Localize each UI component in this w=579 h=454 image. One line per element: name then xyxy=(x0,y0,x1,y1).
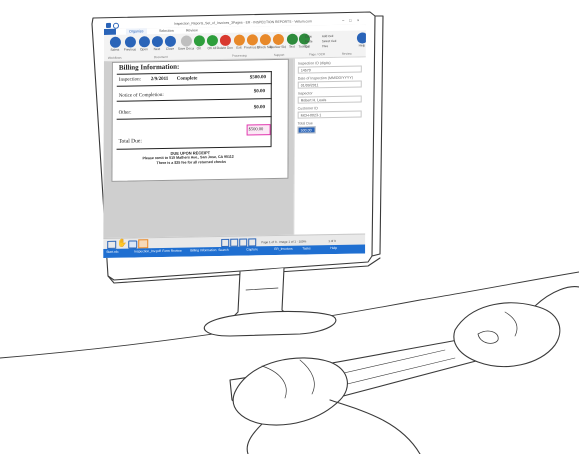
ribbon-button-select[interactable]: Select xyxy=(107,36,123,52)
ribbon-button-label: Help xyxy=(358,43,366,48)
arrow-right-icon xyxy=(151,35,163,48)
field-input[interactable]: Robert H. Lewis xyxy=(297,95,362,104)
field-input[interactable]: 01/09/2011 xyxy=(297,80,362,89)
field-input[interactable]: 14570 xyxy=(297,65,362,74)
field-label: Total Due xyxy=(297,121,313,126)
row-inspection-status: Complete xyxy=(176,76,198,82)
minimize-button[interactable]: – xyxy=(342,18,344,24)
monitor-screen: Inspection_Reports_Set_of_Invoices_3Page… xyxy=(0,0,579,454)
ribbon-button-label: Select xyxy=(110,47,120,52)
arrow-left-icon xyxy=(124,36,136,48)
group-page-ocr: Page / OCR xyxy=(308,52,326,57)
status-text: Page 1 of 3 · Image 1 of 1 · 100% xyxy=(261,239,307,245)
pan-hand-icon[interactable]: ✋ xyxy=(117,239,127,248)
close-icon xyxy=(164,35,176,47)
taskbar-item[interactable]: Tasks xyxy=(302,246,310,250)
row-inspection-amount: $500.00 xyxy=(249,75,267,81)
taskbar-item[interactable]: Help xyxy=(330,246,337,250)
close-window-button[interactable]: × xyxy=(357,18,359,24)
skip-check-icon xyxy=(259,34,271,46)
ribbon-small-tiles[interactable]: Tiles xyxy=(322,43,328,49)
check-icon xyxy=(193,35,205,47)
delete-icon xyxy=(219,34,231,46)
billing-heading: Billing Information: xyxy=(118,62,180,72)
group-processing: Processing xyxy=(231,53,247,58)
group-review: Review xyxy=(341,51,352,56)
ribbon-button-help[interactable]: Help xyxy=(354,32,366,48)
row-notice-amount: $0.00 xyxy=(253,89,266,95)
single-page-icon[interactable] xyxy=(239,238,248,247)
document-viewer[interactable]: Billing Information: Inspection: 2/9/201… xyxy=(103,58,294,239)
ribbon-button-label: Close xyxy=(165,46,174,51)
fee-line: There is a $25 fee for all returned chec… xyxy=(156,159,227,166)
field-label: Inspector xyxy=(297,91,313,96)
cursor-icon xyxy=(109,36,121,48)
total-value: $500.00 xyxy=(248,126,264,132)
page-indicator: 1 of 3 xyxy=(328,238,336,244)
fit-width-icon[interactable] xyxy=(230,238,239,247)
save-icon xyxy=(180,35,192,47)
taskbar-item[interactable]: Billing Information xyxy=(190,248,216,252)
field-label: Inspection ID (digits) xyxy=(297,61,331,66)
two-page-icon[interactable] xyxy=(248,238,257,247)
ribbon-small-cut[interactable]: Cut xyxy=(305,43,310,49)
taskbar-item[interactable]: Start.rdc xyxy=(106,250,118,254)
open-icon xyxy=(138,36,150,48)
field-label: Customer ID xyxy=(297,106,318,111)
taskbar-item[interactable]: ER_Invoices xyxy=(274,247,293,251)
select-region-icon[interactable] xyxy=(107,240,117,249)
row-notice-label: Notice of Completion: xyxy=(118,92,164,99)
row-rule xyxy=(116,98,272,102)
ribbon-button-close[interactable]: Close xyxy=(162,35,178,51)
table-right-border xyxy=(270,71,272,147)
taskbar-item[interactable]: Capture xyxy=(246,247,258,251)
field-input[interactable]: 500.00 xyxy=(297,126,316,134)
app-logo-icon xyxy=(105,22,111,28)
maximize-button[interactable]: □ xyxy=(349,18,351,24)
group-support: Support xyxy=(273,52,285,58)
zoom-icon[interactable] xyxy=(128,240,138,249)
document-page: Billing Information: Inspection: 2/9/201… xyxy=(111,58,289,182)
app-window: Inspection_Reports_Set_of_Invoices_3Page… xyxy=(103,17,366,259)
row-rule xyxy=(116,83,272,87)
heading-rule xyxy=(116,71,272,75)
row-inspection-date: 2/9/2011 xyxy=(150,76,169,83)
taskbar-item[interactable]: Inspection_Inv.pdf xyxy=(134,249,161,253)
fields-panel: Inspection ID (digits) 14570 Date of Inspe… xyxy=(293,57,366,235)
taskbar-item[interactable]: Form Review xyxy=(162,249,181,253)
taskbar-item[interactable]: Search xyxy=(218,248,228,252)
row-inspection-label: Inspection: xyxy=(118,77,142,83)
group-document: Document xyxy=(153,54,168,60)
total-rule xyxy=(116,146,272,150)
help-icon xyxy=(356,32,366,44)
skip-review-icon xyxy=(272,33,284,46)
row-rule xyxy=(116,116,272,120)
fit-page-icon[interactable] xyxy=(221,238,230,247)
field-input[interactable]: MCH-0023-1 xyxy=(297,110,362,119)
skip-back-icon xyxy=(246,34,258,46)
row-other-label: Other: xyxy=(118,110,132,116)
check-all-icon xyxy=(206,35,218,47)
capture-icon[interactable] xyxy=(138,239,149,249)
group-workflows: Workflows xyxy=(107,55,122,60)
exit-icon xyxy=(233,34,245,46)
row-other-amount: $0.00 xyxy=(253,105,265,111)
total-label: Total Due: xyxy=(118,138,142,145)
